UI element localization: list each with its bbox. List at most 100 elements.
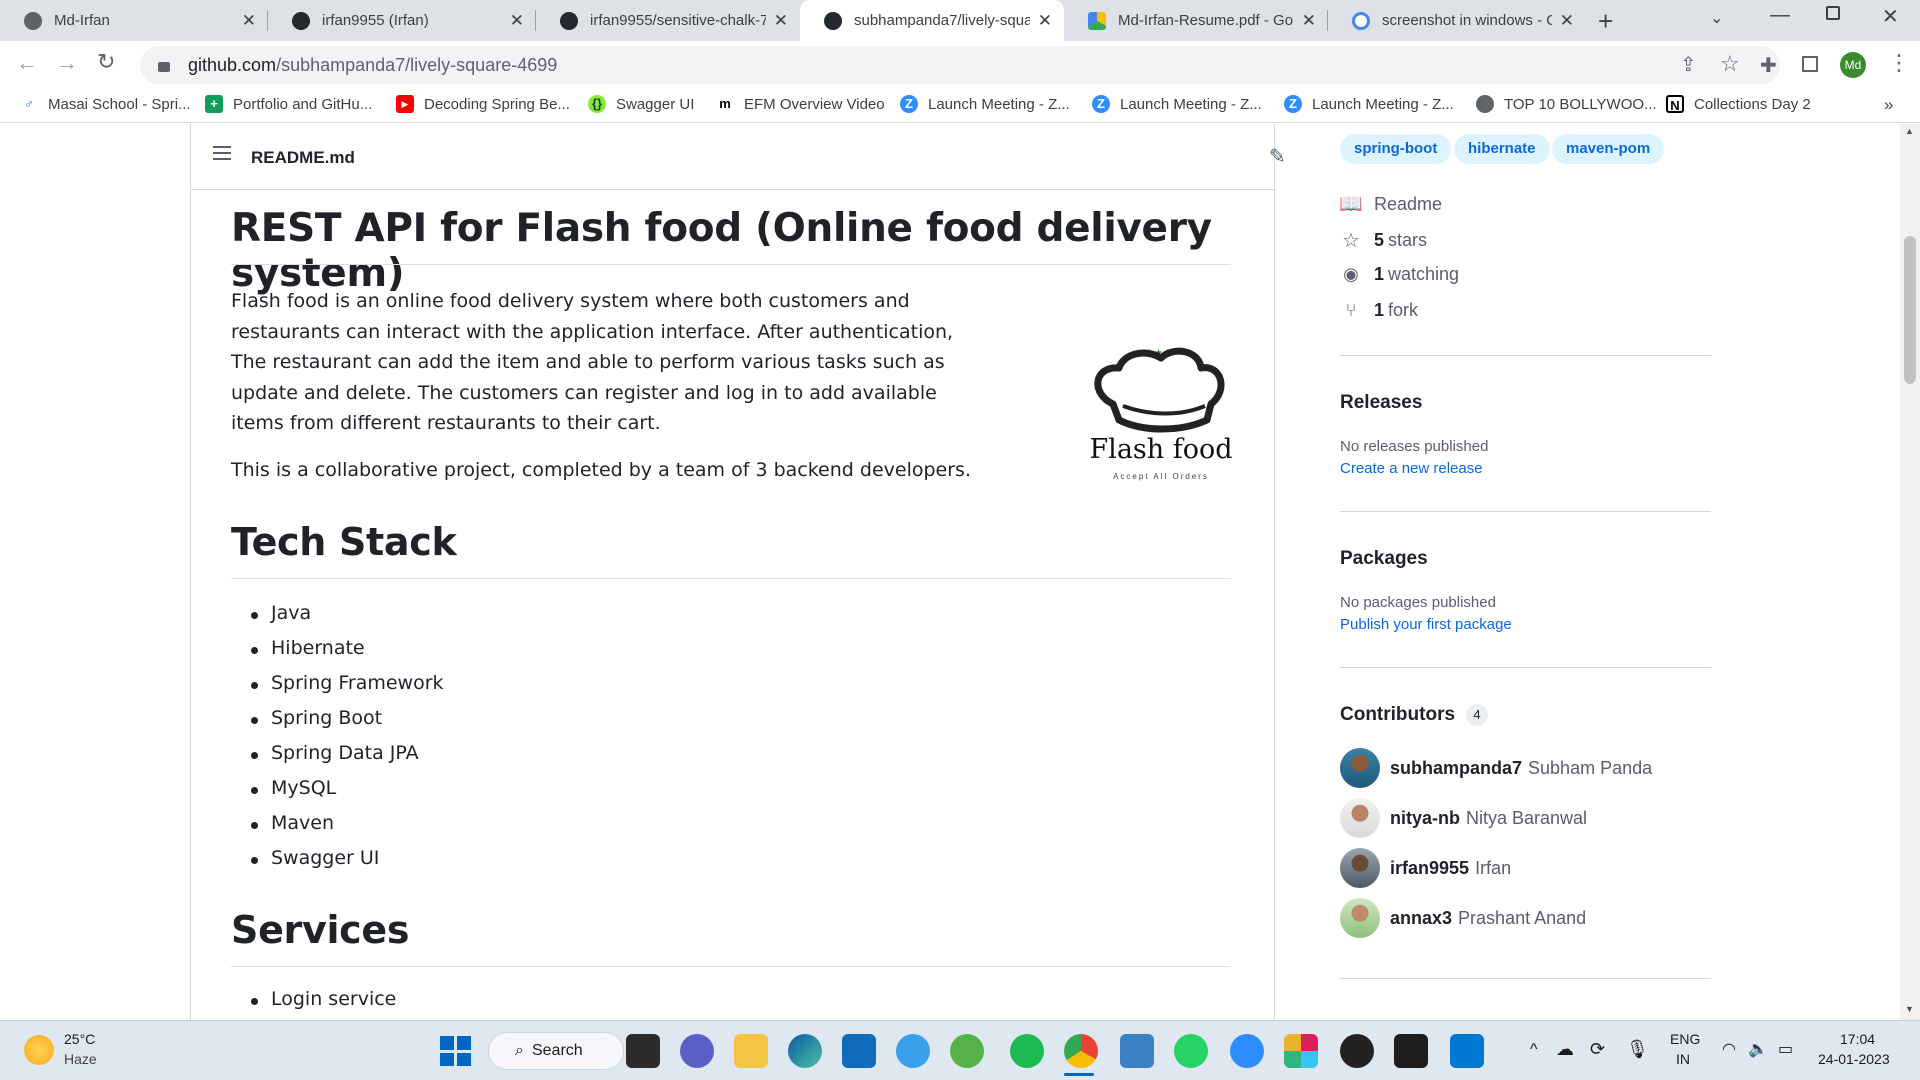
page-scrollbar[interactable]: ▲ ▼	[1900, 124, 1920, 1020]
create-release-link[interactable]: Create a new release	[1340, 460, 1483, 477]
tab-sensitive-chalk[interactable]: irfan9955/sensitive-chalk-7( ✕	[536, 0, 800, 41]
scroll-up-icon[interactable]: ▲	[1905, 126, 1914, 136]
zoom-app-icon[interactable]	[1230, 1034, 1264, 1068]
battery-icon[interactable]: ▭	[1778, 1039, 1793, 1059]
refresh-tray-icon[interactable]: ⟳	[1590, 1039, 1605, 1060]
profile-avatar[interactable]: Md	[1840, 52, 1866, 78]
reload-icon[interactable]: ↻	[97, 49, 115, 75]
tab-search-icon[interactable]: ⌄	[1710, 8, 1723, 28]
contributor-row[interactable]: subhampanda7 Subham Panda	[1340, 748, 1652, 788]
avatar[interactable]	[1340, 748, 1380, 788]
microphone-icon[interactable]: 🎙	[1626, 1039, 1649, 1060]
readme-link[interactable]: 📖 Readme	[1339, 192, 1442, 216]
contributors-heading[interactable]: Contributors 4	[1340, 704, 1488, 726]
contributor-login[interactable]: subhampanda7	[1390, 758, 1522, 779]
releases-heading[interactable]: Releases	[1340, 392, 1422, 414]
close-window-icon[interactable]: ✕	[1882, 4, 1899, 29]
tech-divider	[231, 578, 1231, 579]
terminal-icon[interactable]	[1394, 1034, 1428, 1068]
outline-menu-icon[interactable]	[213, 146, 231, 160]
slack-icon[interactable]	[1284, 1034, 1318, 1068]
extensions-icon[interactable]: ✚	[1760, 53, 1777, 78]
back-icon[interactable]: ←	[16, 50, 38, 76]
contributor-login[interactable]: irfan9955	[1390, 858, 1469, 879]
contributor-row[interactable]: irfan9955 Irfan	[1340, 848, 1511, 888]
packages-heading[interactable]: Packages	[1340, 548, 1428, 570]
side-panel-icon[interactable]	[1802, 56, 1818, 72]
weather-temp[interactable]: 25°C	[64, 1031, 95, 1047]
stars-link[interactable]: ☆ 5 stars	[1340, 228, 1427, 253]
taskbar-search[interactable]: ⌕ Search	[488, 1032, 624, 1070]
close-tab-icon[interactable]: ✕	[1038, 11, 1052, 31]
readme-filename[interactable]: README.md	[251, 148, 355, 168]
eye-icon: ◉	[1343, 264, 1359, 284]
edit-pencil-icon[interactable]: ✎	[1269, 144, 1286, 169]
language-code[interactable]: ENG	[1670, 1031, 1700, 1047]
close-tab-icon[interactable]: ✕	[1560, 11, 1574, 31]
bookmark-zoom-1[interactable]: Z Launch Meeting - Z...	[900, 95, 1070, 113]
bookmark-efm[interactable]: m EFM Overview Video	[716, 95, 885, 113]
topic-maven-pom[interactable]: maven-pom	[1552, 134, 1665, 164]
bookmark-spring[interactable]: ▶ Decoding Spring Be...	[396, 95, 570, 113]
tray-overflow-icon[interactable]: ^	[1530, 1041, 1538, 1059]
tab-resume-pdf[interactable]: Md-Irfan-Resume.pdf - Go ✕	[1064, 0, 1328, 41]
task-view-icon[interactable]	[626, 1034, 660, 1068]
tab-lively-square[interactable]: subhampanda7/lively-squar ✕	[800, 0, 1064, 41]
contributor-row[interactable]: nitya-nb Nitya Baranwal	[1340, 798, 1587, 838]
topic-hibernate[interactable]: hibernate	[1454, 134, 1550, 164]
publish-package-link[interactable]: Publish your first package	[1340, 616, 1512, 633]
minimize-icon[interactable]: —	[1770, 4, 1790, 27]
scroll-thumb[interactable]	[1904, 236, 1916, 384]
avatar[interactable]	[1340, 898, 1380, 938]
tab-google-search[interactable]: screenshot in windows - Go ✕	[1328, 0, 1586, 41]
bookmark-portfolio[interactable]: + Portfolio and GitHu...	[205, 95, 372, 113]
start-button[interactable]	[438, 1034, 472, 1068]
teams-chat-icon[interactable]	[680, 1034, 714, 1068]
new-tab-button[interactable]: +	[1598, 6, 1613, 37]
restore-icon[interactable]	[1826, 6, 1840, 20]
scroll-down-icon[interactable]: ▼	[1905, 1004, 1914, 1014]
bookmark-bollywood[interactable]: TOP 10 BOLLYWOO...	[1476, 95, 1657, 113]
watching-link[interactable]: ◉ 1 watching	[1340, 264, 1459, 285]
vscode-icon[interactable]	[1450, 1034, 1484, 1068]
topic-spring-boot[interactable]: spring-boot	[1340, 134, 1452, 164]
bookmark-masai[interactable]: ♂ Masai School - Spri...	[20, 95, 191, 113]
contributor-row[interactable]: annax3 Prashant Anand	[1340, 898, 1586, 938]
edge-icon[interactable]	[788, 1034, 822, 1068]
bookmark-zoom-2[interactable]: Z Launch Meeting - Z...	[1092, 95, 1262, 113]
bookmark-star-icon[interactable]: ☆	[1720, 51, 1740, 77]
close-tab-icon[interactable]: ✕	[242, 11, 256, 31]
clock-time[interactable]: 17:04	[1840, 1031, 1875, 1047]
vpn-icon[interactable]	[896, 1034, 930, 1068]
contributor-login[interactable]: nitya-nb	[1390, 808, 1460, 829]
contributor-login[interactable]: annax3	[1390, 908, 1452, 929]
avatar[interactable]	[1340, 798, 1380, 838]
avatar[interactable]	[1340, 848, 1380, 888]
spring-tool-icon[interactable]	[950, 1034, 984, 1068]
address-bar[interactable]: github.com/subhampanda7/lively-square-46…	[140, 46, 1780, 84]
tab-irfan9955[interactable]: irfan9955 (Irfan) ✕	[268, 0, 536, 41]
spotify-icon[interactable]	[1010, 1034, 1044, 1068]
wifi-icon[interactable]: ◠	[1722, 1039, 1736, 1059]
bookmark-zoom-3[interactable]: Z Launch Meeting - Z...	[1284, 95, 1454, 113]
share-icon[interactable]: ⇪	[1680, 52, 1697, 77]
whatsapp-icon[interactable]	[1174, 1034, 1208, 1068]
close-tab-icon[interactable]: ✕	[774, 11, 788, 31]
notepad-icon[interactable]	[1120, 1034, 1154, 1068]
cloud-sync-icon[interactable]: ☁	[1556, 1039, 1574, 1060]
menu-icon[interactable]: ⋮	[1888, 50, 1910, 76]
weather-sun-icon[interactable]	[24, 1035, 54, 1065]
tab-md-irfan[interactable]: Md-Irfan ✕	[0, 0, 268, 41]
store-icon[interactable]	[842, 1034, 876, 1068]
bookmark-swagger[interactable]: {} Swagger UI	[588, 95, 694, 113]
chrome-icon[interactable]	[1064, 1034, 1098, 1068]
bookmark-collections[interactable]: N Collections Day 2	[1666, 95, 1811, 113]
close-tab-icon[interactable]: ✕	[510, 11, 524, 31]
speaker-icon[interactable]: 🔈	[1748, 1039, 1768, 1059]
file-explorer-icon[interactable]	[734, 1034, 768, 1068]
forward-icon[interactable]: →	[56, 50, 78, 76]
close-tab-icon[interactable]: ✕	[1302, 11, 1316, 31]
media-player-icon[interactable]	[1340, 1034, 1374, 1068]
fork-link[interactable]: ⑂ 1 fork	[1340, 300, 1418, 321]
bookmarks-overflow[interactable]: »	[1884, 95, 1893, 115]
